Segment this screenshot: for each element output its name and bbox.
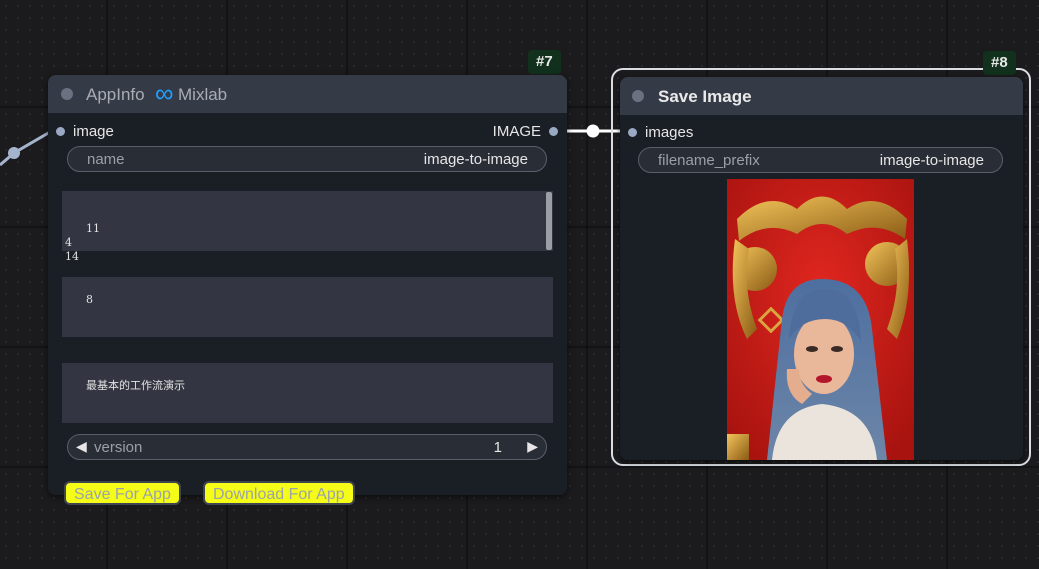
collapse-dot[interactable] [632,90,644,102]
node-id-badge: #8 [983,51,1016,75]
version-widget[interactable]: ◀ version 1 ▶ [67,434,547,460]
node-title-bar[interactable]: Save Image [620,77,1023,115]
name-widget-label: name [87,151,125,168]
node-title: Save Image [658,87,752,106]
node-body: images filename_prefix image-to-image [620,115,1023,460]
input-ids-text: 11 4 14 [65,222,100,263]
appinfo-node[interactable]: AppInfo ∞ Mixlab image IMAGE name image-… [48,75,567,495]
input-slot-dot[interactable] [628,128,637,137]
output-ids-text: 8 [85,293,93,306]
output-slot-label: IMAGE [492,123,541,140]
name-widget-value: image-to-image [423,151,528,168]
name-widget[interactable]: name image-to-image [67,146,547,172]
node-id-badge: #7 [528,50,561,74]
node-title: AppInfo [86,85,145,104]
input-ids-textarea[interactable]: 11 4 14 [62,191,553,263]
download-for-app-button[interactable]: Download For App [203,481,355,505]
input-slot-label: images [645,124,694,141]
decrement-arrow-icon[interactable]: ◀ [76,438,87,455]
textarea-scrollbar[interactable] [546,192,552,250]
image-preview[interactable] [727,179,914,460]
input-slot-label: image [73,123,114,140]
filename-prefix-value: image-to-image [879,152,984,169]
collapse-dot[interactable] [61,88,73,100]
version-widget-value: 1 [493,439,502,456]
infinity-icon: ∞ [155,78,174,108]
node-title-bar[interactable]: AppInfo ∞ Mixlab [48,75,567,113]
output-ids-textarea[interactable]: 8 [62,277,553,337]
description-text: 最基本的工作流演示 [85,379,185,392]
brand-label: Mixlab [178,85,228,104]
input-slot-dot[interactable] [56,127,65,136]
increment-arrow-icon[interactable]: ▶ [527,438,538,455]
output-slot-dot[interactable] [549,127,558,136]
save-image-node[interactable]: Save Image images filename_prefix image-… [620,77,1023,460]
save-for-app-button[interactable]: Save For App [64,481,181,505]
description-textarea[interactable]: 最基本的工作流演示 [62,363,553,423]
filename-prefix-widget[interactable]: filename_prefix image-to-image [638,147,1003,173]
filename-prefix-label: filename_prefix [658,152,760,169]
node-body: image IMAGE name image-to-image 11 4 14 … [48,113,567,495]
version-widget-label: version [94,439,143,456]
